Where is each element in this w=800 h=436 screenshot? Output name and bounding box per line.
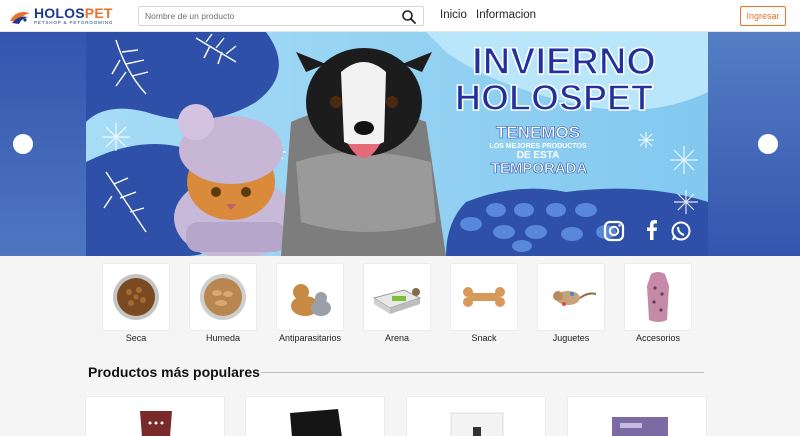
product-image — [140, 411, 172, 436]
category-snack[interactable]: Snack — [450, 263, 518, 343]
product-image — [612, 417, 668, 436]
product-image — [290, 409, 342, 436]
clothing-icon — [647, 272, 669, 322]
logo-name-part1: HOLOS — [34, 5, 85, 22]
login-button[interactable]: Ingresar — [740, 6, 786, 26]
category-label: Arena — [384, 333, 410, 343]
banner-headline-line2: HOLOSPET — [455, 77, 653, 118]
category-label: Snack — [471, 333, 497, 343]
top-navbar: HOLOSPET PETSHOP & PETGROOMING Inicio In… — [0, 0, 800, 32]
category-label: Juguetes — [552, 333, 590, 343]
search-icon[interactable] — [401, 9, 417, 25]
winter-promo-banner: INVIERNO HOLOSPET TENEMOS LOS MEJORES PR… — [86, 32, 708, 256]
product-image — [450, 412, 504, 436]
category-arena[interactable]: Arena — [363, 263, 431, 343]
category-list: Seca Humeda Antiparasitarios Arena Snack… — [102, 263, 702, 349]
carousel-next-slide-preview — [708, 32, 800, 256]
category-label: Seca — [125, 333, 147, 343]
paw-logo-icon — [10, 12, 30, 24]
category-accesorios[interactable]: Accesorios — [624, 263, 692, 343]
category-label: Accesorios — [635, 333, 680, 343]
pets-icon — [291, 284, 331, 316]
product-card[interactable] — [406, 396, 546, 436]
dry-food-bowl-icon — [113, 274, 159, 320]
nav-inicio-link[interactable]: Inicio — [440, 9, 467, 21]
holospet-logo[interactable]: HOLOSPET PETSHOP & PETGROOMING — [8, 6, 113, 26]
logo-tagline: PETSHOP & PETGROOMING — [34, 20, 114, 26]
litter-box-icon — [372, 288, 422, 314]
category-label: Antiparasitarios — [278, 333, 342, 343]
logo-name-part2: PET — [84, 5, 113, 22]
product-card[interactable] — [567, 396, 707, 436]
category-humeda[interactable]: Humeda — [189, 263, 257, 343]
section-divider — [261, 372, 704, 373]
search-bar — [138, 6, 424, 26]
search-input[interactable] — [139, 7, 397, 25]
product-card[interactable] — [85, 396, 225, 436]
carousel-next-button[interactable] — [758, 134, 778, 154]
category-juguetes[interactable]: Juguetes — [537, 263, 605, 343]
popular-products-title: Productos más populares — [88, 364, 260, 380]
category-seca[interactable]: Seca — [102, 263, 170, 343]
toy-icon — [553, 291, 597, 306]
nav-informacion-link[interactable]: Informacion — [476, 9, 536, 21]
banner-sub-line4: TEMPORADA — [491, 160, 588, 177]
category-label: Humeda — [205, 333, 241, 343]
bone-icon — [463, 287, 505, 307]
banner-sub-line2: LOS MEJORES PRODUCTOS — [489, 143, 586, 150]
category-antiparasitarios[interactable]: Antiparasitarios — [276, 263, 344, 343]
hero-carousel: INVIERNO HOLOSPET TENEMOS LOS MEJORES PR… — [0, 32, 800, 256]
wet-food-bowl-icon — [200, 274, 246, 320]
carousel-prev-button[interactable] — [13, 134, 33, 154]
product-card[interactable] — [245, 396, 385, 436]
banner-sub-line1: TENEMOS — [496, 123, 580, 142]
